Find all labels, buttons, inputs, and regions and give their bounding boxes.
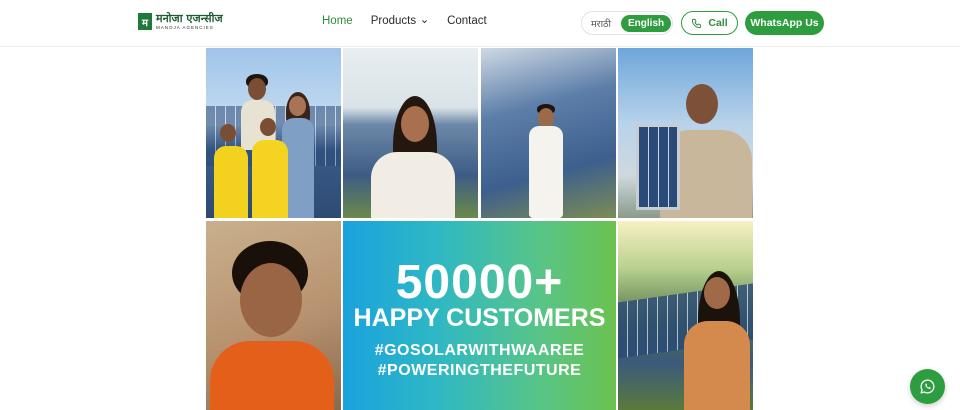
woman-solar-garden-photo xyxy=(618,221,753,410)
elder-man-panel-photo xyxy=(618,48,753,218)
brand-logo[interactable]: म मनोजा एजन्सीज MANOJA AGENCIES xyxy=(138,13,223,31)
girl-solar-field-photo xyxy=(343,48,478,218)
logo-text: मनोजा एजन्सीज MANOJA AGENCIES xyxy=(156,13,223,31)
happy-customers-banner: 50000+ HAPPY CUSTOMERS #GOSOLARWITHWAARE… xyxy=(343,221,616,410)
nav-products-dropdown[interactable]: Products xyxy=(371,15,428,27)
floating-whatsapp-button[interactable] xyxy=(910,369,945,404)
customer-count: 50000+ xyxy=(395,256,564,309)
nav-contact-link[interactable]: Contact xyxy=(447,15,487,27)
nav-products-label: Products xyxy=(370,15,417,27)
lang-english-option[interactable]: English xyxy=(621,14,672,32)
logo-subtitle: MANOJA AGENCIES xyxy=(156,25,214,30)
smiling-child-photo xyxy=(206,221,341,410)
whatsapp-icon xyxy=(920,379,935,394)
call-button[interactable]: Call xyxy=(681,11,738,35)
hashtag-powering: #POWERINGTHEFUTURE xyxy=(377,362,582,379)
language-switcher: मराठी English xyxy=(581,11,673,35)
customer-label: HAPPY CUSTOMERS xyxy=(353,304,606,332)
main-nav: Home Products Contact xyxy=(322,15,487,27)
call-button-label: Call xyxy=(708,17,728,29)
lang-marathi-option[interactable]: मराठी xyxy=(591,17,611,30)
logo-name: मनोजा एजन्सीज xyxy=(156,12,223,25)
whatsapp-us-button[interactable]: WhatsApp Us xyxy=(745,11,824,35)
man-solar-panels-photo xyxy=(481,48,616,218)
hashtag-gosolar: #GOSOLARWITHWAAREE xyxy=(374,342,585,359)
family-solar-photo xyxy=(206,48,341,218)
phone-icon xyxy=(692,18,702,28)
nav-home-link[interactable]: Home xyxy=(322,15,353,27)
site-header: म मनोजा एजन्सीज MANOJA AGENCIES Home Pro… xyxy=(0,0,960,47)
logo-mark-icon: म xyxy=(138,13,152,31)
chevron-down-icon xyxy=(422,19,428,23)
